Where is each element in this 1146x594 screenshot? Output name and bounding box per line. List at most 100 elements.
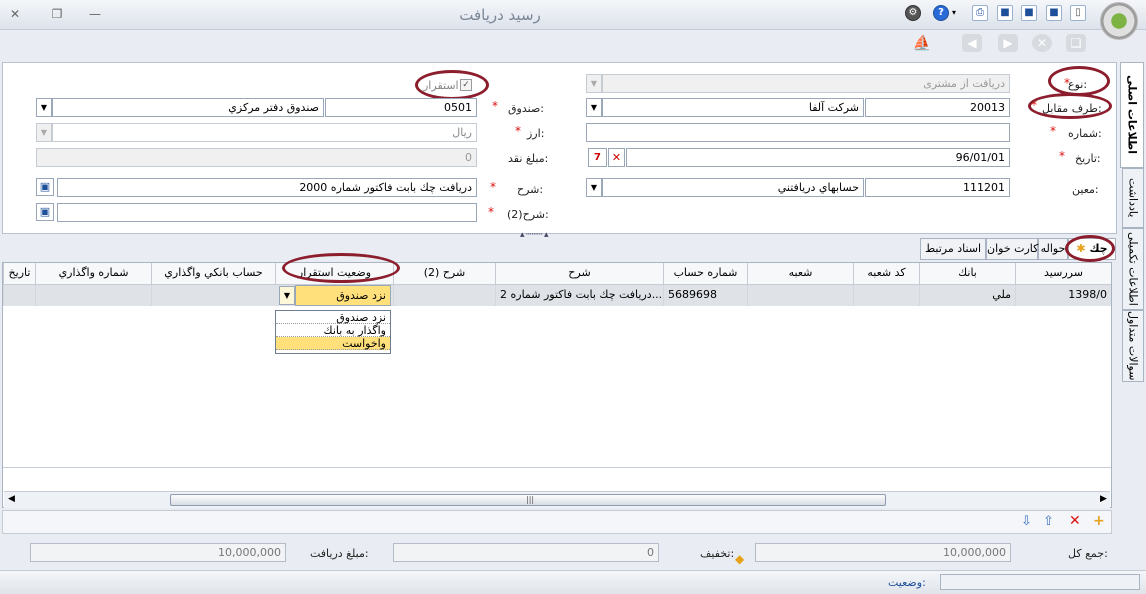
save-icon[interactable]: ■: [997, 5, 1013, 21]
col-bank[interactable]: بانك: [919, 263, 1015, 284]
settled-label: استقرار: [423, 79, 459, 92]
close-icon[interactable]: ✕: [8, 7, 22, 21]
col-branch-code[interactable]: كد شعبه: [853, 263, 919, 284]
status-dropdown-icon[interactable]: ▼: [279, 286, 295, 305]
subsidiary-dropdown[interactable]: ▼: [586, 178, 602, 197]
received-label: مبلغ دریافت:: [310, 547, 369, 560]
highlight-oval: [1048, 66, 1110, 96]
col-bank-account[interactable]: حساب بانكي واگذاري: [151, 263, 275, 284]
settled-checkbox[interactable]: ✓: [460, 79, 472, 91]
required-marker: *: [492, 99, 498, 113]
side-tab-notes[interactable]: یادداشت: [1122, 168, 1144, 228]
prev-record-icon[interactable]: ◀: [962, 34, 982, 52]
number-field[interactable]: [586, 123, 1010, 142]
save-description-icon[interactable]: ▣: [36, 178, 54, 196]
subsidiary-name-field[interactable]: حسابهاي دريافتني: [602, 178, 864, 197]
cash-amount-label: مبلغ نقد:: [508, 152, 549, 165]
window-title: رسید دریافت: [459, 6, 541, 24]
number-label: شماره:: [1068, 127, 1102, 140]
counterparty-name-field[interactable]: شرکت آلفا: [602, 98, 864, 117]
col-assign-number[interactable]: شماره واگذاري: [35, 263, 151, 284]
cell-account-number[interactable]: 5689698: [663, 285, 725, 306]
currency-dropdown[interactable]: ▼: [36, 123, 52, 142]
side-tab-extra-info[interactable]: اطلاعات تکمیلی: [1122, 228, 1144, 310]
description-label: شرح:: [517, 183, 544, 196]
col-branch[interactable]: شعبه: [747, 263, 853, 284]
delete-row-icon[interactable]: ✕: [1069, 513, 1081, 529]
received-field: 10,000,000: [30, 543, 286, 562]
type-dropdown[interactable]: ▼: [586, 74, 602, 93]
new-document-icon[interactable]: ▯: [1070, 5, 1086, 21]
date-field[interactable]: 96/01/01: [626, 148, 1010, 167]
cashbox-code-field[interactable]: 0501: [325, 98, 477, 117]
cell-bank[interactable]: ملي: [919, 285, 1015, 306]
highlight-oval: [1028, 93, 1112, 119]
discount-field: 0: [393, 543, 659, 562]
ship-icon[interactable]: ⛵: [912, 34, 932, 52]
calendar-icon[interactable]: 7: [588, 148, 607, 167]
tab-related-docs[interactable]: اسناد مرتبط: [920, 238, 986, 260]
subsidiary-label: معین:: [1072, 183, 1099, 196]
cell-description[interactable]: دریافت چك بابت فاکتور شماره 2...: [495, 285, 663, 306]
currency-field[interactable]: ريال: [52, 123, 477, 142]
col-due-date[interactable]: سررسید: [1015, 263, 1111, 284]
next-record-icon[interactable]: ▶: [998, 34, 1018, 52]
subsidiary-code-field[interactable]: 111201: [865, 178, 1010, 197]
splitter-grip[interactable]: ▴ ········· ▴: [520, 230, 548, 240]
required-marker: *: [490, 180, 496, 194]
counterparty-code-field[interactable]: 20013: [865, 98, 1010, 117]
restore-icon[interactable]: ❐: [50, 7, 64, 21]
clear-date-icon[interactable]: ✕: [608, 148, 625, 167]
side-tabs: اطلاعات اصلی یادداشت اطلاعات تکمیلی سوال…: [1118, 62, 1144, 382]
cashbox-dropdown[interactable]: ▼: [36, 98, 52, 117]
total-label: جمع كل:: [1068, 547, 1108, 560]
help-icon[interactable]: ?: [933, 5, 949, 21]
col-description2[interactable]: شرح (2): [393, 263, 495, 284]
status-option-selected[interactable]: واخواست: [276, 337, 390, 350]
currency-label: ارز:: [527, 127, 545, 140]
cashbox-name-field[interactable]: صندوق دفتر مرکزي: [52, 98, 324, 117]
scroll-right-icon[interactable]: ▶: [1100, 494, 1107, 504]
move-down-icon[interactable]: ⇩: [1021, 514, 1032, 529]
move-up-icon[interactable]: ⇧: [1043, 514, 1054, 529]
print-icon[interactable]: ⎙: [972, 5, 988, 21]
required-marker: *: [515, 124, 521, 138]
grid-footer-divider: [3, 467, 1111, 468]
add-row-icon[interactable]: +: [1093, 513, 1105, 529]
copy-icon[interactable]: ❏: [1066, 34, 1086, 52]
description-field[interactable]: دریافت چك بابت فاکتور شماره 2000: [57, 178, 477, 197]
total-field: 10,000,000: [755, 543, 1011, 562]
tools-icon[interactable]: ⚙: [905, 5, 921, 21]
save-close-icon[interactable]: ■: [1046, 5, 1062, 21]
highlight-oval: [1065, 235, 1115, 262]
scroll-left-icon[interactable]: ◀: [8, 494, 15, 504]
cell-due-date[interactable]: 1398/0: [1015, 285, 1111, 306]
minimize-icon[interactable]: —: [88, 7, 102, 21]
cell-bank-account[interactable]: [151, 285, 275, 306]
counterparty-dropdown[interactable]: ▼: [586, 98, 602, 117]
thumb-grip: |||: [526, 495, 535, 504]
description2-field[interactable]: [57, 203, 477, 222]
save-description2-icon[interactable]: ▣: [36, 203, 54, 221]
status-editor[interactable]: نزد صندوق: [295, 285, 391, 306]
col-account-number[interactable]: شماره حساب: [663, 263, 747, 284]
cancel-icon[interactable]: ✕: [1032, 34, 1052, 52]
save-as-icon[interactable]: ■: [1021, 5, 1037, 21]
tab-remittance[interactable]: حواله: [1038, 238, 1068, 260]
status-option[interactable]: واگذار به بانك: [276, 324, 390, 337]
type-field[interactable]: دریافت از مشتری: [602, 74, 1010, 93]
col-description[interactable]: شرح: [495, 263, 663, 284]
cell-branch[interactable]: [747, 285, 853, 306]
help-dropdown-icon[interactable]: ▾: [952, 8, 956, 17]
col-date[interactable]: تاريخ: [3, 263, 35, 284]
cell-assign-number[interactable]: [35, 285, 151, 306]
cell-description2[interactable]: [393, 285, 495, 306]
cheque-grid: سررسید بانك كد شعبه شعبه شماره حساب شرح …: [2, 262, 1112, 566]
status-option[interactable]: نزد صندوق: [276, 311, 390, 324]
cell-branch-code[interactable]: [853, 285, 919, 306]
side-tab-main-info[interactable]: اطلاعات اصلی: [1120, 62, 1144, 168]
cell-date[interactable]: [3, 285, 35, 306]
tab-card-reader[interactable]: كارت خوان: [986, 238, 1038, 260]
side-tab-faq[interactable]: سوالات متداول: [1122, 310, 1144, 382]
date-label: تاریخ:: [1075, 152, 1101, 165]
